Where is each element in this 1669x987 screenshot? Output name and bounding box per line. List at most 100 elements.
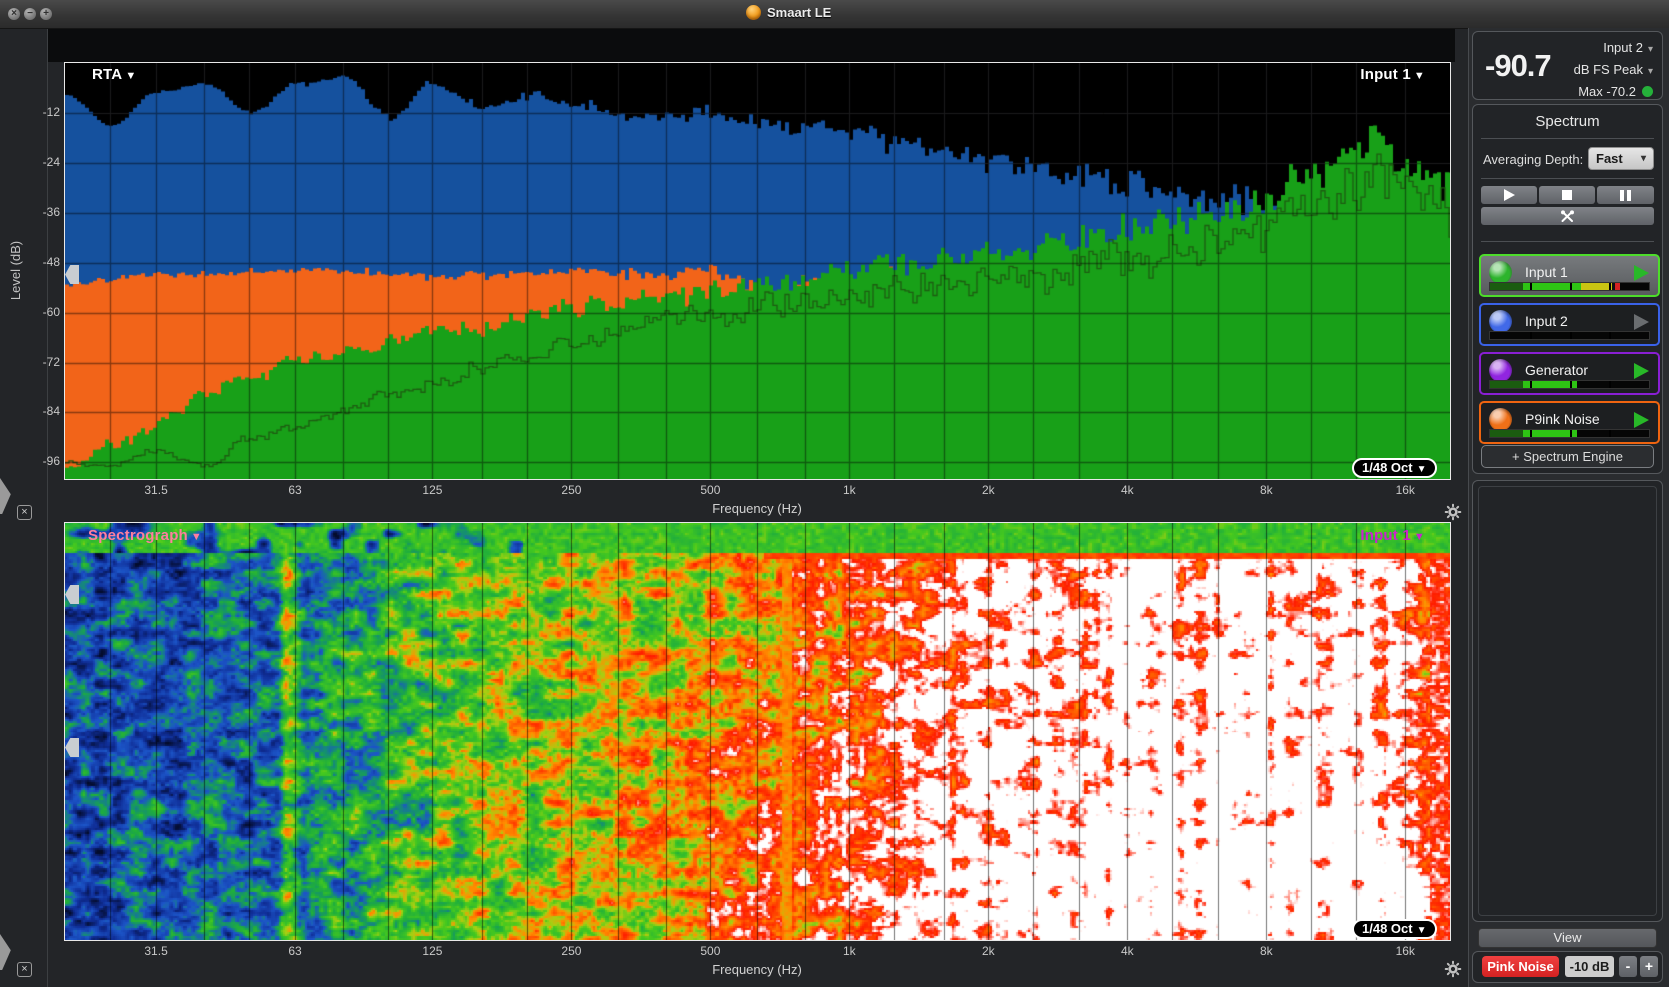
- spectrograph-settings-gear-icon[interactable]: [1444, 960, 1462, 978]
- close-spectrograph-section-button[interactable]: ×: [17, 962, 32, 977]
- caret-down-icon: ▾: [1640, 153, 1646, 164]
- averaging-depth-select[interactable]: Fast ▾: [1588, 147, 1654, 170]
- minimize-icon: −: [27, 8, 33, 19]
- meter-unit-label: dB FS Peak: [1573, 62, 1643, 77]
- input-row-label: Input 1: [1525, 264, 1568, 280]
- rta-input-dropdown[interactable]: Input 1 ▼: [1360, 66, 1425, 83]
- panel-collapse-handle-top[interactable]: [0, 478, 11, 514]
- x-tick-label: 500: [700, 944, 721, 958]
- dropdown-arrow-icon: ▼: [1413, 70, 1425, 82]
- x-tick-label: 125: [422, 483, 443, 497]
- input-play-icon[interactable]: [1634, 314, 1649, 330]
- rta-xtick-labels: 31.5 63 125 250 500 1k 2k 4k 8k 16k: [65, 483, 1450, 497]
- meter-segment: [1490, 430, 1524, 437]
- generator-level-plus-button[interactable]: +: [1640, 956, 1658, 977]
- play-button[interactable]: [1481, 186, 1537, 204]
- close-icon: ×: [11, 8, 17, 19]
- view-area-inner: [1478, 486, 1657, 916]
- meter-tick: [1609, 430, 1612, 437]
- spectrograph-octave-dropdown[interactable]: 1/48 Oct ▼: [1352, 919, 1437, 939]
- pause-button[interactable]: [1597, 186, 1654, 204]
- x-tick-label: 250: [561, 483, 582, 497]
- dropdown-arrow-icon: ▼: [125, 70, 137, 82]
- generator-level-display: -10 dB: [1565, 956, 1614, 977]
- input-row-input-2[interactable]: Input 2: [1479, 303, 1660, 346]
- meter-tick: [1609, 332, 1612, 339]
- y-tick-label: -36: [42, 204, 60, 219]
- y-tick-label: -72: [42, 354, 60, 369]
- stop-icon: [1562, 190, 1572, 200]
- tools-button[interactable]: [1481, 207, 1654, 225]
- title-wrap: Smaart LE: [746, 5, 831, 20]
- meter-tick: [1569, 283, 1572, 290]
- x-tick-label: 1k: [843, 483, 856, 497]
- y-tick-label: -60: [42, 304, 60, 319]
- y-tick-label: -48: [42, 254, 60, 269]
- rta-ylabel: Level (dB): [8, 240, 24, 301]
- x-tick-label: 8k: [1259, 483, 1273, 497]
- divider: [1481, 178, 1654, 179]
- input-row-generator[interactable]: Generator: [1479, 352, 1660, 395]
- meter-tick: [1609, 381, 1612, 388]
- input-row-input-1[interactable]: Input 1: [1479, 254, 1660, 297]
- meter-tick: [1609, 283, 1612, 290]
- add-spectrum-engine-button[interactable]: + Spectrum Engine: [1481, 445, 1654, 468]
- meter-max-label: Max -70.2: [1578, 84, 1636, 99]
- minimize-button[interactable]: −: [24, 8, 36, 20]
- spectrograph-plot-frame: [64, 522, 1451, 941]
- y-tick-label: -24: [42, 154, 60, 169]
- divider: [1481, 241, 1654, 242]
- stop-button[interactable]: [1539, 186, 1595, 204]
- meter-tick: [1529, 283, 1532, 290]
- peak-meter-panel: -90.7 Input 2 ▾ dB FS Peak ▾ Max -70.2: [1472, 31, 1663, 100]
- x-tick-label: 8k: [1259, 944, 1273, 958]
- rta-octave-dropdown[interactable]: 1/48 Oct ▼: [1352, 458, 1437, 478]
- spectrograph-type-dropdown[interactable]: Spectrograph ▼: [88, 527, 202, 544]
- generator-level-minus-button[interactable]: -: [1619, 956, 1637, 977]
- view-button[interactable]: View: [1478, 928, 1657, 948]
- input-play-icon[interactable]: [1634, 412, 1649, 428]
- meter-unit-dropdown[interactable]: dB FS Peak ▾: [1574, 60, 1653, 82]
- meter-source-dropdown[interactable]: Input 2 ▾: [1574, 38, 1653, 60]
- dropdown-arrow-icon: ▼: [190, 531, 203, 543]
- play-icon: [1503, 189, 1515, 201]
- peak-meter-settings: Input 2 ▾ dB FS Peak ▾ Max -70.2: [1574, 38, 1653, 102]
- input-color-ball-icon: [1489, 408, 1512, 431]
- gear-icon: [1444, 503, 1462, 521]
- panel-collapse-handle-bottom[interactable]: [0, 934, 11, 970]
- titlebar: × − + Smaart LE: [0, 0, 1669, 29]
- generator-bar: Pink Noise -10 dB - +: [1472, 951, 1663, 983]
- averaging-depth-label: Averaging Depth:: [1483, 152, 1584, 167]
- x-tick-label: 4k: [1120, 944, 1134, 958]
- close-rta-section-button[interactable]: ×: [17, 505, 32, 520]
- input-row-p9ink-noise[interactable]: P9ink Noise: [1479, 401, 1660, 444]
- x-tick-label: 16k: [1395, 944, 1415, 958]
- spectrum-panel: Spectrum Averaging Depth: Fast ▾ Input 1 I…: [1472, 104, 1663, 474]
- input-color-ball-icon: [1489, 310, 1512, 333]
- rta-ytick-labels: -12 -24 -36 -48 -60 -72 -84 -96: [30, 62, 60, 478]
- caret-down-icon: ▾: [1647, 66, 1653, 77]
- spectrum-panel-title: Spectrum: [1535, 113, 1600, 130]
- app-logo-icon: [746, 5, 761, 20]
- x-tick-label: 2k: [981, 944, 995, 958]
- spectrograph-input-dropdown[interactable]: Input 1 ▼: [1360, 527, 1425, 544]
- x-tick-label: 31.5: [144, 944, 168, 958]
- zoom-button[interactable]: +: [40, 8, 52, 20]
- rta-type-dropdown[interactable]: RTA ▼: [92, 66, 136, 83]
- plot-top-margin: [48, 29, 1455, 62]
- averaging-depth-value: Fast: [1596, 151, 1623, 166]
- input-play-icon[interactable]: [1634, 265, 1649, 281]
- meter-tick: [1569, 381, 1572, 388]
- input-play-icon[interactable]: [1634, 363, 1649, 379]
- meter-segment: [1523, 283, 1581, 290]
- pink-noise-button[interactable]: Pink Noise: [1482, 956, 1559, 977]
- view-area-panel: [1472, 480, 1663, 922]
- input-color-ball-icon: [1489, 261, 1512, 284]
- x-tick-label: 16k: [1395, 483, 1415, 497]
- spectrograph-xlabel: Frequency (Hz): [712, 962, 802, 977]
- rta-plot[interactable]: [65, 63, 1450, 479]
- spectrograph-plot[interactable]: [65, 523, 1450, 940]
- input-level-meter: [1489, 380, 1650, 389]
- close-button[interactable]: ×: [8, 8, 20, 20]
- rta-settings-gear-icon[interactable]: [1444, 503, 1462, 521]
